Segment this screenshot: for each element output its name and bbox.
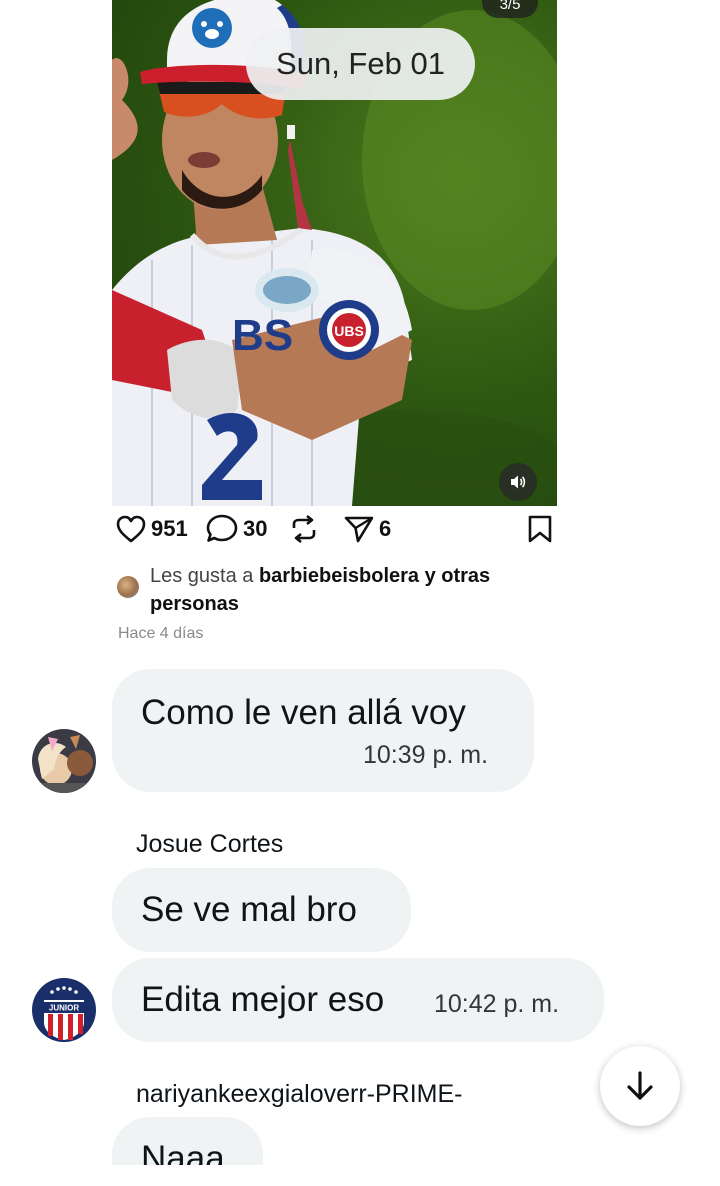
message-bubble[interactable]: Se ve mal bro — [112, 868, 411, 952]
save-button[interactable] — [526, 512, 554, 546]
post-time-ago: Hace 4 días — [118, 625, 204, 642]
sender-name: nariyankeexgialoverr-PRIME- — [136, 1080, 463, 1108]
message-time: 10:42 p. m. — [434, 990, 560, 1018]
message-text: Naaa — [141, 1139, 225, 1165]
message-time: 10:39 p. m. — [363, 741, 489, 769]
heart-icon — [116, 515, 146, 543]
comment-button[interactable]: 30 — [205, 512, 267, 546]
arrow-down-icon — [627, 1071, 653, 1100]
speaker-icon — [511, 475, 526, 489]
sender-avatar[interactable]: JUNIOR — [32, 978, 96, 1042]
comments-count: 30 — [243, 516, 268, 541]
sender-name: Josue Cortes — [136, 830, 284, 858]
svg-text:UBS: UBS — [334, 323, 364, 339]
crest-text: JUNIOR — [49, 1004, 79, 1013]
scroll-to-bottom-button[interactable] — [600, 1046, 680, 1126]
message-bubble[interactable]: Naaa — [112, 1117, 263, 1165]
bookmark-icon — [528, 515, 552, 543]
svg-text:BS: BS — [232, 311, 293, 360]
junior-crest-avatar: JUNIOR — [32, 978, 96, 1042]
date-separator: Sun, Feb 01 — [246, 28, 475, 100]
message-bubble[interactable]: Edita mejor eso 10:42 p. m. — [112, 958, 604, 1042]
liker-avatar — [117, 576, 139, 598]
likes-count: 951 — [151, 516, 188, 541]
share-button[interactable]: 6 — [343, 512, 391, 546]
message-text: Edita mejor eso — [141, 980, 385, 1019]
image-counter: 3/5 — [482, 0, 538, 18]
message-text: Se ve mal bro — [141, 890, 357, 929]
share-icon — [344, 516, 374, 543]
sender-avatar[interactable] — [32, 729, 96, 793]
liked-by-text: Les gusta a barbiebeisbolera y otras per… — [150, 565, 491, 615]
repost-icon — [292, 514, 316, 544]
audio-toggle-button[interactable] — [499, 463, 537, 501]
repost-button[interactable] — [288, 512, 320, 546]
message-text: Como le ven allá voy — [141, 693, 466, 732]
message-clip: Naaa — [0, 1117, 720, 1165]
like-button[interactable]: 951 — [115, 512, 188, 546]
liker-username: barbiebeisbolera — [258, 565, 420, 587]
shares-count: 6 — [379, 516, 392, 541]
comment-icon — [206, 514, 238, 542]
avatar-photo — [32, 729, 96, 793]
message-bubble[interactable]: Como le ven allá voy 10:39 p. m. — [112, 669, 534, 792]
